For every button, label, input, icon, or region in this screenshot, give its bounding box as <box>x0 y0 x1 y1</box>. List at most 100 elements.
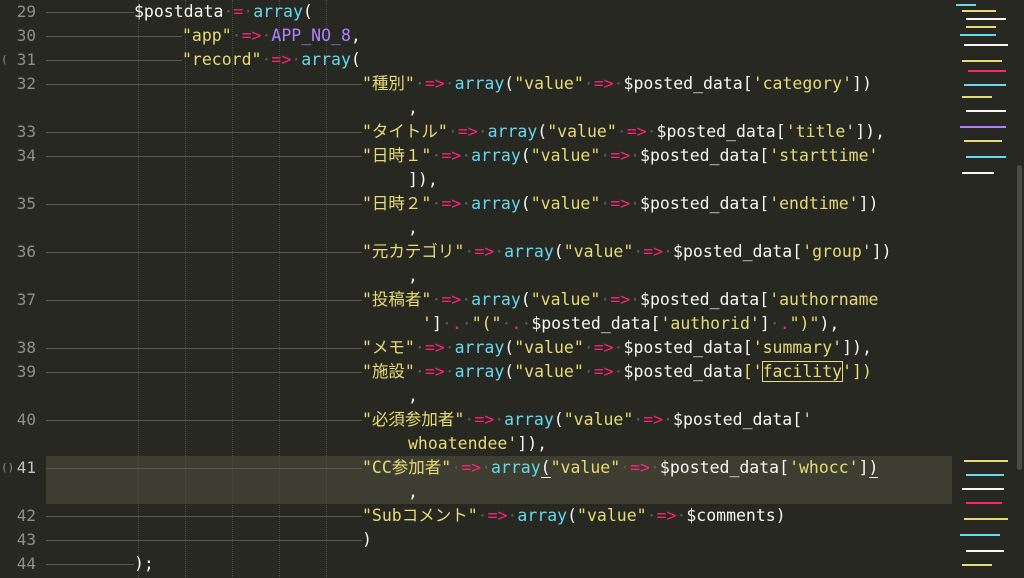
code-line-40: "必須参加者"·=>·array("value"·=>·$posted_data… <box>46 408 812 432</box>
token-operator: => <box>424 338 445 357</box>
token-string: ")" <box>789 314 820 333</box>
token-key-string: "必須参加者" <box>362 410 465 429</box>
token-punctuation: [ <box>759 194 770 213</box>
token-key-string: "タイトル" <box>362 122 448 141</box>
token-variable: $posted_data <box>673 410 793 429</box>
line-number: 44 <box>16 554 36 573</box>
code-editor[interactable]: 29 30 ( 31 32 33 34 35 36 37 38 39 40 ()… <box>0 0 1024 578</box>
token-variable: $comments <box>686 506 776 525</box>
token-operator: . <box>451 314 462 333</box>
code-line-37: "投稿者"·=>·array("value"·=>·$posted_data['… <box>46 288 878 312</box>
minimap-line <box>962 96 992 98</box>
code-area[interactable]: $postdata·=·array( "app"·=>·APP_NO_8, "r… <box>46 0 952 578</box>
token-punctuation: ]) <box>852 74 872 93</box>
token-string: ' <box>802 410 813 429</box>
line-number: 35 <box>16 194 36 213</box>
minimap-line <box>964 460 1008 462</box>
minimap-line <box>960 534 1000 536</box>
token-key-string: "元カテゴリ" <box>362 242 465 261</box>
token-string: "value" <box>577 506 647 525</box>
line-number: 43 <box>16 530 36 549</box>
token-punctuation: ]) <box>858 194 879 213</box>
line-number: 38 <box>16 338 36 357</box>
token-operator: . <box>511 314 522 333</box>
token-operator: => <box>487 506 508 525</box>
minimap-line <box>966 474 1004 476</box>
token-punctuation: ( <box>520 290 531 309</box>
token-field-string: 'authorid' <box>660 314 760 333</box>
token-punctuation: ( <box>504 362 515 381</box>
token-punctuation: , <box>408 98 418 117</box>
token-operator: => <box>610 194 631 213</box>
minimap-line <box>968 70 1006 72</box>
token-function: array <box>471 194 521 213</box>
token-punctuation: , <box>408 386 418 405</box>
vertical-scrollbar[interactable] <box>1014 0 1024 578</box>
token-punctuation: ]), <box>517 434 548 453</box>
token-function: array <box>454 362 505 381</box>
minimap-line <box>966 156 1006 158</box>
token-punctuation: [ <box>779 458 790 477</box>
token-punctuation: ); <box>134 554 154 573</box>
token-function: array <box>454 74 505 93</box>
scrollbar-thumb[interactable] <box>1017 165 1022 470</box>
token-string: "value" <box>530 290 601 309</box>
token-function: array <box>487 122 538 141</box>
token-function: array <box>491 458 541 477</box>
code-line-39: "施設"·=>·array("value"·=>·$posted_data['f… <box>46 360 872 384</box>
token-punctuation: ( <box>350 50 361 69</box>
token-variable: $posted_data <box>640 194 760 213</box>
line-number: 30 <box>16 26 36 45</box>
token-punctuation: ]), <box>842 338 872 357</box>
token-punctuation: ] <box>759 314 770 333</box>
code-line-39-wrap: , <box>408 384 418 408</box>
token-function: array <box>504 242 554 261</box>
token-operator: . <box>779 314 790 333</box>
token-key-string: "日時２" <box>362 194 432 213</box>
token-operator: => <box>441 290 462 309</box>
token-operator: => <box>593 362 614 381</box>
token-operator: => <box>610 146 631 165</box>
line-number: 42 <box>16 506 36 525</box>
token-punctuation: , <box>408 218 418 237</box>
minimap-line <box>966 26 996 28</box>
token-field-string: whoatendee' <box>408 434 518 453</box>
token-operator: => <box>643 410 664 429</box>
line-number: 31 <box>16 50 36 69</box>
minimap-line <box>962 60 1002 62</box>
token-punctuation: ]) <box>871 242 892 261</box>
token-matched-bracket: ) <box>868 458 879 478</box>
token-key-string: "メモ" <box>362 338 415 357</box>
line-number: 33 <box>16 122 36 141</box>
token-key-string: "施設" <box>362 362 415 381</box>
token-field-string: 'summary' <box>752 338 843 357</box>
line-number-gutter: 29 30 ( 31 32 33 34 35 36 37 38 39 40 ()… <box>0 0 46 578</box>
token-operator: => <box>241 26 262 45</box>
code-line-38: "メモ"·=>·array("value"·=>·$posted_data['s… <box>46 336 872 360</box>
line-number-current: 41 <box>16 458 36 477</box>
code-line-35-wrap: , <box>408 216 418 240</box>
minimap-line <box>966 18 1006 20</box>
token-string: "record" <box>182 50 262 69</box>
code-line-43: ) <box>46 528 372 552</box>
token-punctuation: , <box>350 26 361 45</box>
token-operator: => <box>626 122 647 141</box>
token-key-string: "投稿者" <box>362 290 432 309</box>
token-operator: => <box>441 146 462 165</box>
token-field-selected[interactable]: facility <box>761 361 844 382</box>
token-variable: $posted_data <box>659 458 780 477</box>
token-punctuation: [ <box>759 146 770 165</box>
token-punctuation: [ <box>650 314 661 333</box>
code-line-31: "record"·=>·array( <box>46 48 361 72</box>
token-variable: $posted_data <box>531 314 651 333</box>
token-operator: => <box>474 242 495 261</box>
minimap-line <box>964 140 1002 142</box>
minimap[interactable] <box>952 0 1014 578</box>
token-punctuation: ']) <box>842 362 872 381</box>
token-string: "value" <box>514 74 584 93</box>
token-function: array <box>454 338 505 357</box>
token-punctuation: [ <box>759 290 770 309</box>
token-string: "value" <box>530 146 601 165</box>
code-line-34: "日時１"·=>·array("value"·=>·$posted_data['… <box>46 144 878 168</box>
token-operator: => <box>457 122 478 141</box>
